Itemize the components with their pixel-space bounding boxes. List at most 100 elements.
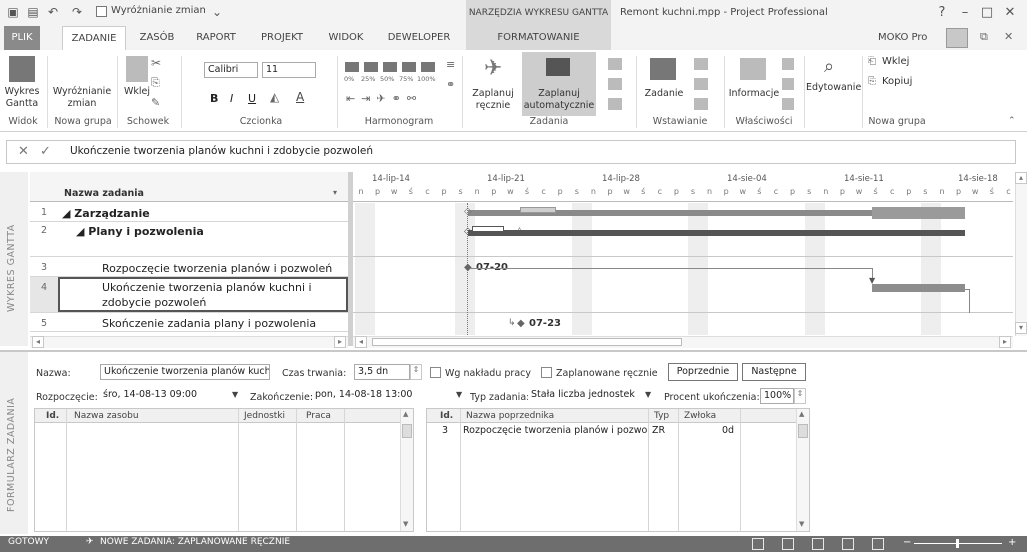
scroll-right-icon[interactable]: ▸ [999, 336, 1011, 348]
finish-date-field[interactable]: pon, 14-08-18 13:00 [312, 388, 452, 404]
details-icon[interactable] [782, 78, 794, 90]
paste-button[interactable]: Wklej [120, 86, 154, 98]
highlight-changes-button[interactable]: Wyróżnianie zmian [52, 86, 112, 110]
redo-icon[interactable]: ↷ [70, 5, 84, 19]
previous-button[interactable]: Poprzednie [668, 363, 738, 381]
progress-0-icon[interactable] [345, 62, 359, 72]
auto-schedule-icon[interactable] [546, 58, 570, 76]
close-button[interactable]: ✕ [1000, 3, 1020, 23]
percent-complete-field[interactable]: 100% [760, 388, 794, 404]
tab-developer[interactable]: DEWELOPER [380, 26, 458, 50]
inspect-icon[interactable] [608, 58, 622, 70]
row-id[interactable]: 5 [30, 318, 58, 329]
task-name[interactable]: ◢ Plany i pozwolenia [76, 223, 204, 240]
chevron-down-icon[interactable]: ▼ [456, 390, 462, 399]
respect-links-icon[interactable]: ≡ [446, 58, 455, 71]
scroll-up-icon[interactable]: ▴ [1015, 172, 1027, 184]
task-name[interactable]: Rozpoczęcie tworzenia planów i pozwoleń [102, 260, 332, 277]
information-button[interactable]: Informacje [728, 88, 780, 100]
move-icon[interactable] [608, 78, 622, 90]
scroll-down-icon[interactable]: ▼ [403, 520, 408, 528]
tab-view[interactable]: WIDOK [322, 26, 370, 50]
paste-small-button[interactable]: Wklej [882, 56, 909, 67]
clipboard-icon[interactable] [126, 56, 148, 82]
progress-100-icon[interactable] [421, 62, 435, 72]
collapse-ribbon-icon[interactable]: ⌃ [1008, 116, 1016, 126]
gantt-view-sidebar[interactable]: WYKRES GANTTA [0, 172, 28, 346]
scroll-thumb[interactable] [372, 338, 682, 346]
copy-small-button[interactable]: Kopiuj [882, 76, 912, 87]
link-icon[interactable]: ⚭ [446, 78, 455, 91]
percent-spinner[interactable]: ⇕ [794, 388, 806, 404]
save-icon[interactable]: ▤ [26, 5, 40, 19]
chevron-down-icon[interactable]: ▼ [645, 390, 651, 399]
font-color-icon[interactable]: A [296, 90, 304, 104]
tab-task[interactable]: ZADANIE [62, 26, 126, 50]
font-size-select[interactable]: 11 [262, 62, 316, 78]
account-name[interactable]: MOKO Pro [878, 32, 927, 43]
task-name[interactable]: Skończenie zadania plany i pozwolenia [102, 315, 316, 332]
paste-small-icon[interactable]: ⎗ [868, 56, 876, 67]
manual-scheduled-checkbox[interactable] [541, 367, 552, 378]
progress-25-icon[interactable] [364, 62, 378, 72]
editing-button[interactable]: Edytowanie [806, 82, 861, 94]
milestone-icon[interactable] [694, 78, 708, 90]
bold-button[interactable]: B [210, 92, 218, 105]
insert-task-button[interactable]: Zadanie [640, 88, 688, 100]
entry-text[interactable]: Ukończenie tworzenia planów kuchni i zdo… [70, 145, 373, 159]
pin-icon[interactable]: ✈ [484, 56, 502, 81]
timeline-icon[interactable] [782, 98, 794, 110]
cut-icon[interactable]: ✂ [151, 56, 161, 70]
progress-50-icon[interactable] [383, 62, 397, 72]
scroll-down-icon[interactable]: ▼ [799, 520, 804, 528]
tab-format[interactable]: FORMATOWANIE [466, 26, 611, 50]
deliverable-icon[interactable] [694, 98, 708, 110]
scroll-right-icon[interactable]: ▸ [334, 336, 346, 348]
zoom-slider-thumb[interactable] [956, 539, 959, 548]
zoom-in-icon[interactable]: + [1008, 537, 1016, 548]
customize-toolbar-icon[interactable]: ⌄ [210, 5, 224, 19]
column-header-task-name[interactable]: Nazwa zadania [64, 188, 144, 199]
task-bar[interactable] [872, 284, 965, 292]
avatar[interactable] [946, 28, 968, 48]
task-type-select[interactable]: Stała liczba jednostek [528, 388, 654, 404]
restore-button[interactable]: □ [977, 3, 997, 23]
team-planner-shortcut-icon[interactable] [842, 538, 854, 550]
binoculars-icon[interactable]: ⌕ [824, 56, 834, 77]
underline-button[interactable]: U [248, 92, 256, 105]
table-horizontal-scrollbar[interactable] [30, 336, 348, 348]
auto-schedule-button[interactable]: Zaplanuj automatycznie [522, 88, 596, 112]
chevron-down-icon[interactable]: ▼ [232, 390, 238, 399]
close-doc-icon[interactable]: ✕ [1004, 30, 1013, 43]
predecessor-type[interactable]: ZR [652, 425, 665, 436]
zoom-out-icon[interactable]: − [903, 537, 911, 548]
new-tasks-mode[interactable]: NOWE ZADANIA: ZAPLANOWANE RĘCZNIE [100, 537, 290, 547]
effort-driven-checkbox[interactable] [430, 367, 441, 378]
row-id[interactable]: 3 [30, 262, 58, 273]
report-shortcut-icon[interactable] [872, 538, 884, 550]
restore-ribbon-icon[interactable]: ⧉ [980, 30, 988, 44]
task-name[interactable]: ◢ Zarządzanie [62, 205, 150, 222]
vertical-scrollbar[interactable] [1015, 172, 1027, 336]
gantt-chart-button[interactable]: Wykres Gantta [0, 86, 44, 110]
task-name-field[interactable]: Ukończenie tworzenia planów kuch [100, 364, 270, 380]
notes-icon[interactable] [782, 58, 794, 70]
start-date-field[interactable]: śro, 14-08-13 09:00 [100, 388, 240, 404]
task-form-sidebar[interactable]: FORMULARZ ZADANIA [0, 352, 28, 534]
copy-small-icon[interactable]: ⎘ [868, 76, 876, 87]
highlight-changes-checkbox[interactable] [96, 6, 107, 17]
view-shortcut-icon[interactable] [752, 538, 764, 550]
row-id[interactable]: 4 [30, 282, 58, 293]
summary-bar[interactable] [468, 230, 965, 236]
font-name-select[interactable]: Calibri [204, 62, 258, 78]
next-button[interactable]: Następne [742, 363, 806, 381]
gantt-view-shortcut-icon[interactable] [782, 538, 794, 550]
row-id[interactable]: 2 [30, 225, 58, 236]
predecessor-id[interactable]: 3 [442, 425, 448, 436]
duration-spinner[interactable]: ⇕ [410, 364, 422, 380]
scroll-up-icon[interactable]: ▲ [403, 410, 408, 418]
gantt-chart-icon[interactable] [9, 56, 35, 82]
scroll-up-icon[interactable]: ▲ [799, 410, 804, 418]
scroll-down-icon[interactable]: ▾ [1015, 322, 1027, 334]
duration-field[interactable]: 3,5 dn [354, 364, 410, 380]
